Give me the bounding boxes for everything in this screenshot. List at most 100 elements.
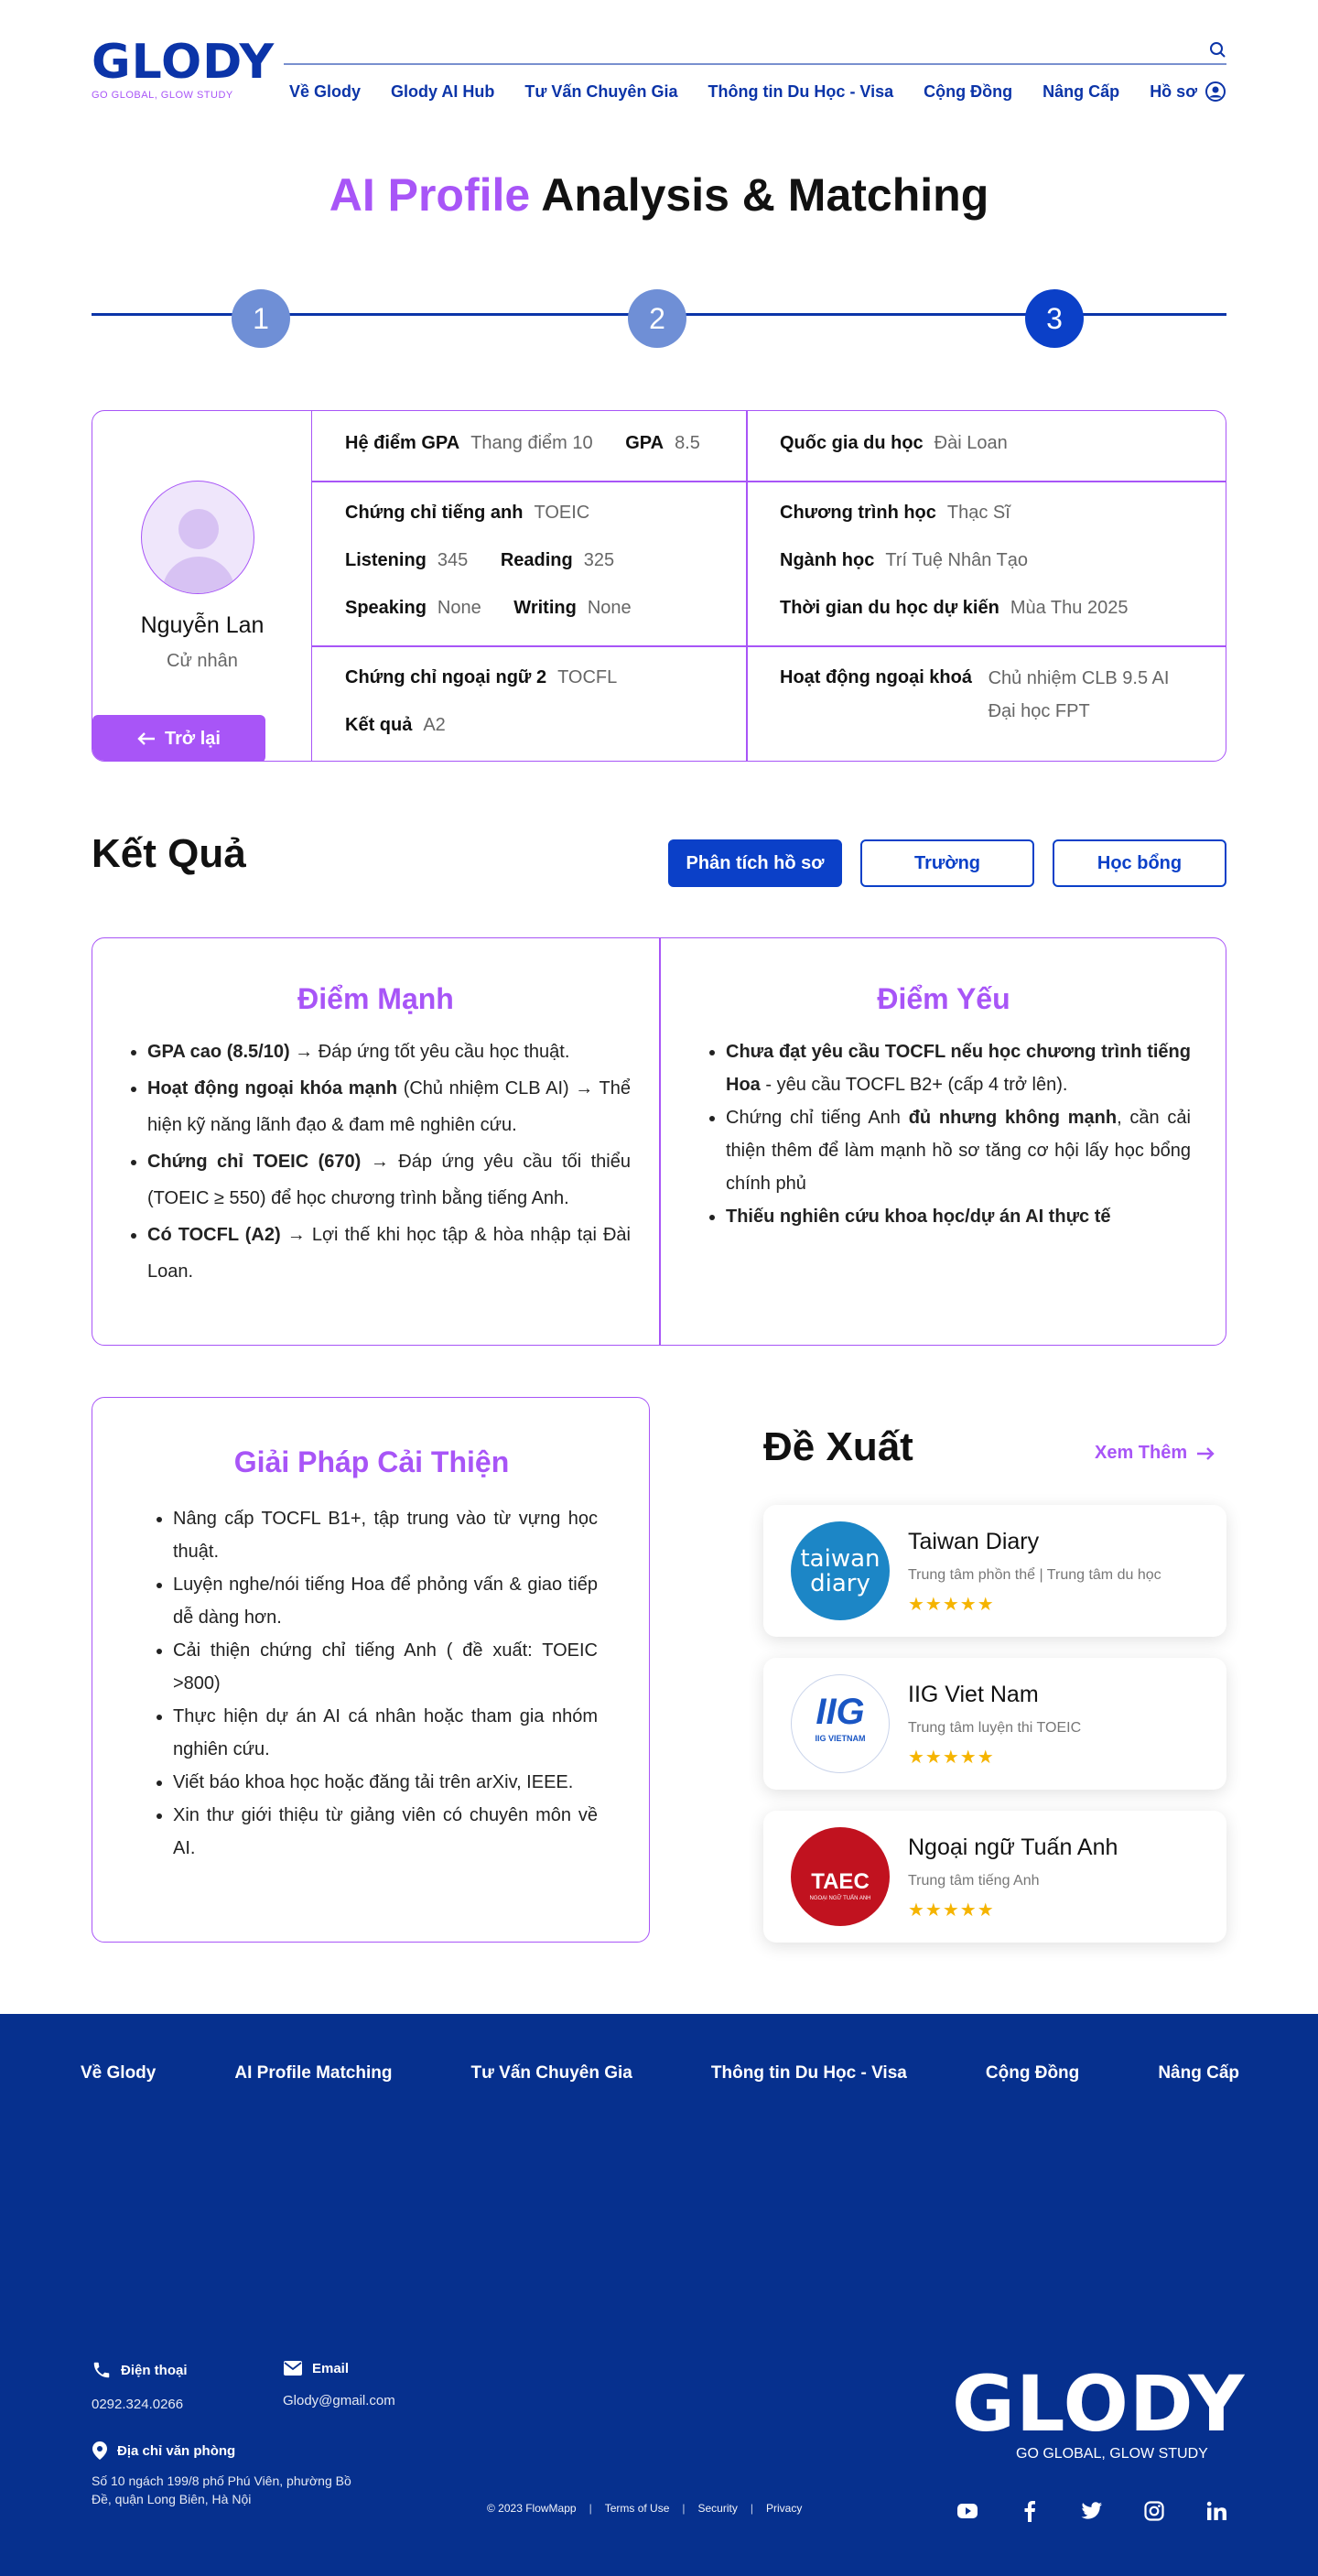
weaknesses-title: Điểm Yếu: [877, 982, 1010, 1015]
tab-schools[interactable]: Trường: [860, 839, 1034, 887]
logo[interactable]: GLODY GO GLOBAL, GLOW STUDY: [92, 38, 274, 103]
privacy-link[interactable]: Privacy: [766, 2502, 802, 2515]
profile-card: Nguyễn Lan Cử nhân Trở lại Hệ điểm GPA Th…: [92, 410, 1226, 762]
recommend-name: IIG Viet Nam: [908, 1682, 1039, 1707]
step-1[interactable]: 1: [232, 289, 290, 348]
arrow-left-icon: [137, 732, 156, 745]
recommend-card-taiwan-diary[interactable]: taiwan diary Taiwan Diary Trung tâm phồn…: [763, 1505, 1226, 1637]
page-title-accent: AI Profile: [329, 169, 531, 221]
speaking-value: None: [437, 598, 481, 618]
search-icon[interactable]: [1208, 40, 1226, 59]
logo-tagline: GO GLOBAL, GLOW STUDY: [92, 90, 233, 101]
taiwan-diary-logo: taiwan diary: [791, 1521, 890, 1620]
nav-item-profile-label: Hồ sơ: [1150, 81, 1197, 101]
list-item: Chứng chỉ tiếng Anh đủ nhưng không mạnh,…: [726, 1101, 1191, 1200]
extracurricular-line-2: Đại học FPT: [988, 701, 1090, 721]
nav-item-profile[interactable]: Hồ sơ: [1150, 81, 1226, 103]
nav-item-community[interactable]: Cộng Đồng: [924, 82, 1012, 102]
security-link[interactable]: Security: [698, 2502, 738, 2515]
lang2-result-label: Kết quả: [345, 715, 413, 735]
lang2-value: TOCFL: [557, 667, 618, 687]
extracurricular-line-1: Chủ nhiệm CLB 9.5 AI: [988, 668, 1170, 688]
star-rating: ★★★★★: [908, 1900, 995, 1921]
solutions-card: Giải Pháp Cải Thiện Nâng cấp TOCFL B1+, …: [92, 1397, 650, 1943]
recommend-card-iig[interactable]: IIG IIG VIETNAM IIG Viet Nam Trung tâm l…: [763, 1658, 1226, 1790]
footer-link-visa[interactable]: Thông tin Du Học - Visa: [711, 2063, 907, 2084]
nav-item-upgrade[interactable]: Nâng Cấp: [1043, 82, 1119, 102]
twitter-icon[interactable]: [1080, 2499, 1104, 2523]
gpa-system-value: Thang điểm 10: [470, 433, 593, 453]
recommend-subtitle: Trung tâm luyện thi TOEIC: [908, 1720, 1082, 1736]
star-rating: ★★★★★: [908, 1595, 995, 1615]
footer-link-expert[interactable]: Tư Vấn Chuyên Gia: [471, 2063, 632, 2084]
phone-icon: [93, 2362, 110, 2378]
list-item: Có TOCFL (A2) → Lợi thế khi học tập & hò…: [147, 1217, 631, 1290]
list-item: Thực hiện dự án AI cá nhân hoặc tham gia…: [173, 1700, 598, 1766]
program-label: Chương trình học: [780, 503, 936, 523]
lang2-label: Chứng chỉ ngoại ngữ 2: [345, 667, 547, 687]
footer-phone: Điện thoại 0292.324.0266: [92, 2360, 188, 2413]
major-label: Ngành học: [780, 550, 875, 570]
footer-link-about[interactable]: Về Glody: [81, 2063, 156, 2084]
recommend-heading: Đề Xuất: [763, 1424, 913, 1469]
list-item: Chưa đạt yêu cầu TOCFL nếu học chương tr…: [726, 1035, 1191, 1101]
study-time-value: Mùa Thu 2025: [1010, 598, 1129, 618]
gpa-value: 8.5: [675, 433, 700, 453]
footer-link-ai-profile[interactable]: AI Profile Matching: [234, 2063, 392, 2084]
list-item: Luyện nghe/nói tiếng Hoa để phỏng vấn & …: [173, 1568, 598, 1634]
tab-profile-analysis[interactable]: Phân tích hồ sơ: [668, 839, 842, 887]
step-2[interactable]: 2: [628, 289, 686, 348]
recommend-subtitle: Trung tâm phồn thể | Trung tâm du học: [908, 1567, 1161, 1583]
email-value[interactable]: Glody@gmail.com: [283, 2393, 395, 2408]
strengths-title: Điểm Mạnh: [297, 982, 454, 1015]
instagram-icon[interactable]: [1142, 2499, 1166, 2523]
linkedin-icon[interactable]: [1205, 2499, 1228, 2523]
terms-link[interactable]: Terms of Use: [605, 2502, 670, 2515]
recommend-card-tuan-anh[interactable]: TAEC NGOẠI NGỮ TUẤN ANH Ngoại ngữ Tuấn A…: [763, 1811, 1226, 1943]
step-3-active[interactable]: 3: [1025, 289, 1084, 348]
user-icon: [1205, 81, 1226, 102]
profile-name: Nguyễn Lan: [140, 612, 265, 638]
nav-item-ai-hub[interactable]: Glody AI Hub: [391, 82, 494, 102]
footer-legal: © 2023 FlowMapp | Terms of Use | Securit…: [487, 2502, 803, 2515]
lang2-result-value: A2: [423, 715, 446, 735]
country-value: Đài Loan: [934, 433, 1008, 453]
nav-item-expert[interactable]: Tư Vấn Chuyên Gia: [524, 82, 677, 102]
footer-logo[interactable]: GLODY GO GLOBAL, GLOW STUDY: [952, 2359, 1246, 2462]
recommend-name: Ngoại ngữ Tuấn Anh: [908, 1835, 1118, 1860]
tab-scholarships[interactable]: Học bổng: [1053, 839, 1226, 887]
social-links: [956, 2499, 1228, 2523]
weaknesses-list: Chưa đạt yêu cầu TOCFL nếu học chương tr…: [726, 1035, 1191, 1233]
footer-nav: Về Glody AI Profile Matching Tư Vấn Chuy…: [81, 2063, 1239, 2084]
nav-item-about[interactable]: Về Glody: [289, 82, 361, 102]
list-item: Nâng cấp TOCFL B1+, tập trung vào từ vựn…: [173, 1502, 598, 1568]
facebook-icon[interactable]: [1018, 2499, 1042, 2523]
listening-label: Listening: [345, 550, 427, 570]
location-pin-icon: [92, 2441, 107, 2460]
copyright: © 2023 FlowMapp: [487, 2502, 577, 2515]
list-item: Chứng chỉ TOEIC (670) → Đáp ứng yêu cầu …: [147, 1143, 631, 1217]
study-time-label: Thời gian du học dự kiến: [780, 598, 999, 618]
footer-logo-tagline: GO GLOBAL, GLOW STUDY: [1016, 2446, 1208, 2462]
nav-item-visa[interactable]: Thông tin Du Học - Visa: [708, 82, 893, 102]
list-item: Xin thư giới thiệu từ giảng viên có chuy…: [173, 1799, 598, 1865]
footer: Về Glody AI Profile Matching Tư Vấn Chuy…: [0, 2014, 1318, 2576]
list-item: Cải thiện chứng chỉ tiếng Anh ( đề xuất:…: [173, 1634, 598, 1700]
header-divider: [284, 63, 1226, 65]
major-value: Trí Tuệ Nhân Tạo: [885, 550, 1028, 570]
see-more-link[interactable]: Xem Thêm: [1095, 1443, 1215, 1464]
results-heading: Kết Quả: [92, 831, 246, 876]
footer-link-community[interactable]: Cộng Đồng: [986, 2063, 1079, 2084]
list-item: Viết báo khoa học hoặc đăng tải trên arX…: [173, 1766, 598, 1799]
listening-value: 345: [437, 550, 469, 570]
profile-degree: Cử nhân: [167, 651, 238, 671]
back-button[interactable]: Trở lại: [92, 715, 265, 761]
youtube-icon[interactable]: [956, 2499, 979, 2523]
footer-link-upgrade[interactable]: Nâng Cấp: [1158, 2063, 1239, 2084]
phone-value: 0292.324.0266: [92, 2397, 184, 2412]
star-rating: ★★★★★: [908, 1748, 995, 1768]
page-title: AI Profile Analysis & Matching: [0, 168, 1318, 222]
footer-logo-wordmark: GLODY: [952, 2359, 1246, 2449]
solutions-list: Nâng cấp TOCFL B1+, tập trung vào từ vựn…: [173, 1502, 598, 1865]
mail-icon: [284, 2361, 302, 2376]
